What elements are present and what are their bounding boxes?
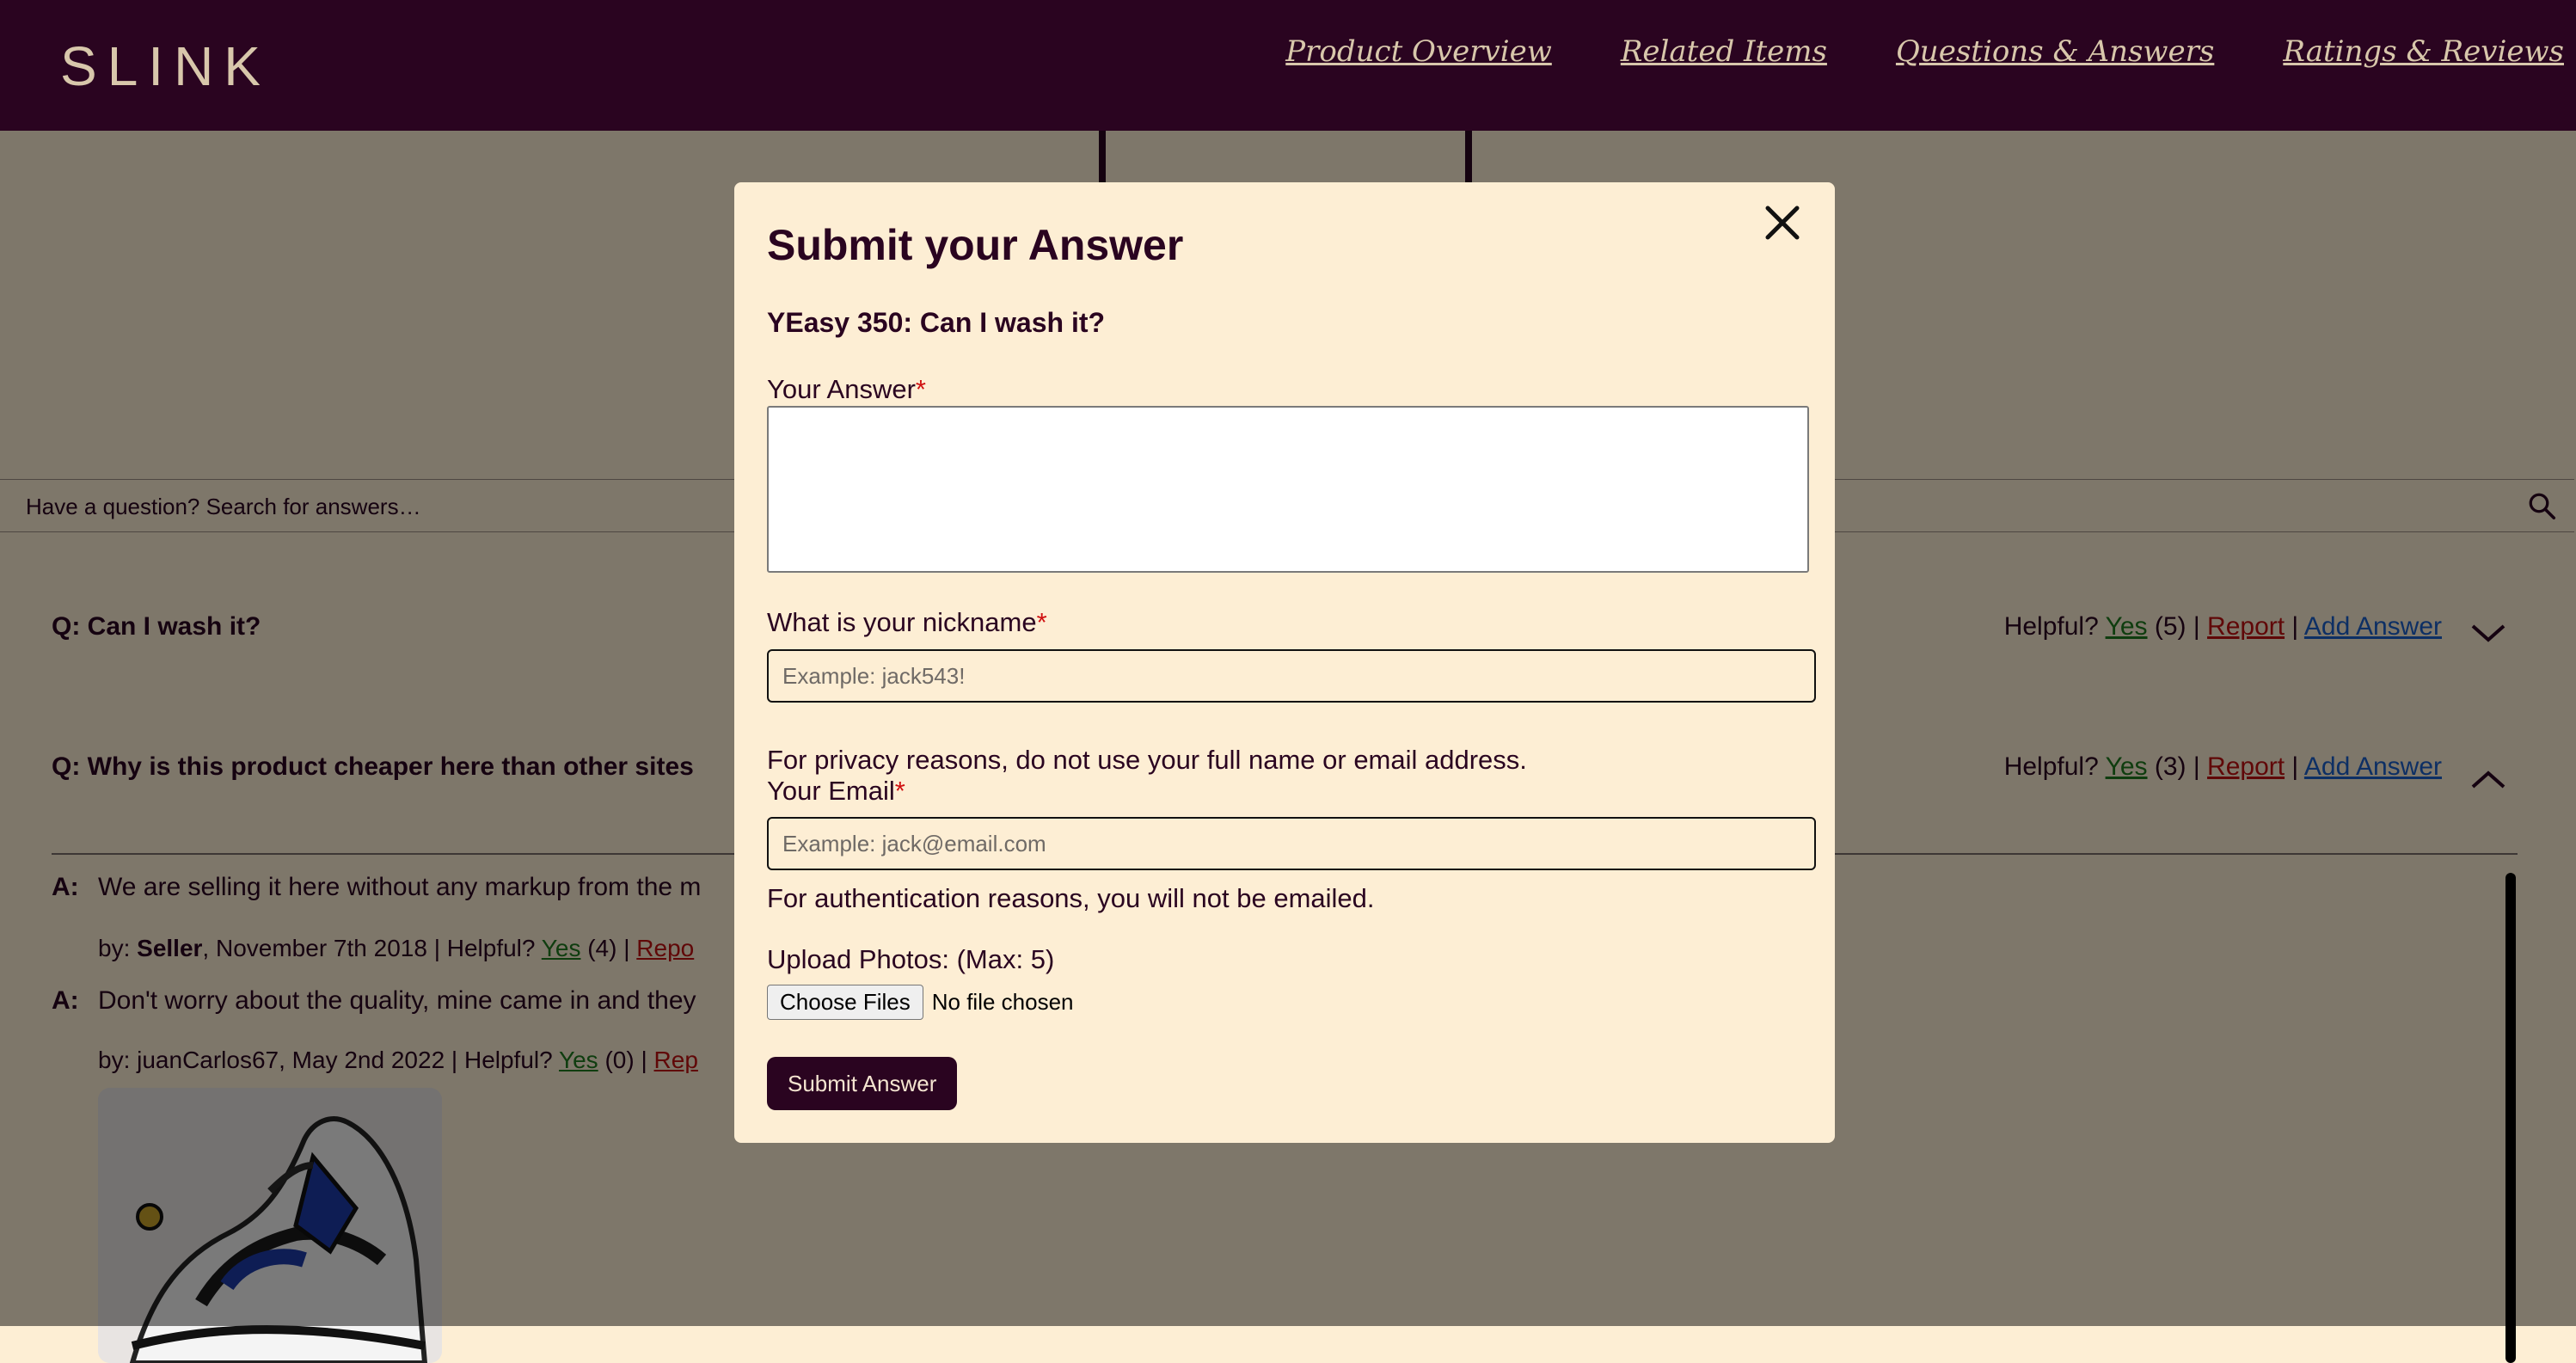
answer-field-label: Your Answer* (767, 374, 926, 404)
nickname-field-label: What is your nickname* (767, 607, 1047, 637)
close-icon[interactable] (1761, 201, 1804, 244)
privacy-note: For privacy reasons, do not use your ful… (767, 745, 1527, 775)
submit-answer-modal: Submit your Answer YEasy 350: Can I wash… (734, 182, 1835, 1143)
main-nav: Product Overview Related Items Questions… (1285, 34, 2564, 69)
nav-ratings-reviews[interactable]: Ratings & Reviews (2283, 34, 2564, 69)
site-logo: SLINK (60, 35, 271, 97)
auth-note: For authentication reasons, you will not… (767, 883, 1375, 913)
nav-questions-answers[interactable]: Questions & Answers (1896, 34, 2214, 69)
site-header: SLINK Product Overview Related Items Que… (0, 0, 2576, 131)
nav-product-overview[interactable]: Product Overview (1285, 34, 1552, 69)
required-asterisk: * (1036, 607, 1047, 637)
email-field-label: Your Email* (767, 776, 905, 806)
answer-textarea[interactable] (767, 406, 1809, 573)
nickname-input[interactable] (767, 649, 1816, 703)
required-asterisk: * (915, 374, 926, 404)
nav-related-items[interactable]: Related Items (1621, 34, 1827, 69)
upload-photos-label: Upload Photos: (Max: 5) (767, 944, 1055, 974)
required-asterisk: * (894, 776, 905, 806)
modal-title: Submit your Answer (767, 221, 1184, 269)
product-question-subtitle: YEasy 350: Can I wash it? (767, 307, 1106, 338)
email-input[interactable] (767, 817, 1816, 870)
choose-files-button[interactable]: Choose Files (767, 985, 923, 1020)
file-upload: Choose Files No file chosen (767, 985, 1074, 1020)
submit-answer-button[interactable]: Submit Answer (767, 1057, 958, 1110)
file-status-text: No file chosen (931, 989, 1074, 1015)
